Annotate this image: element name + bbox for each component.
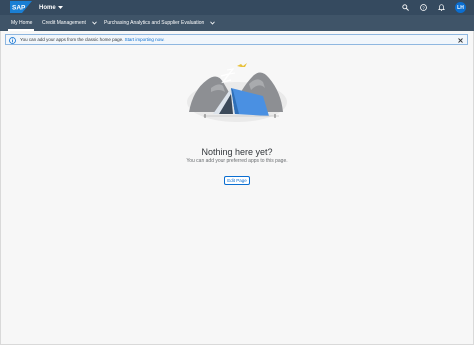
shell-actions: ? LH xyxy=(401,1,466,14)
chevron-down-icon xyxy=(92,21,97,25)
info-message-strip: You can add your apps from the classic h… xyxy=(5,34,468,45)
nav-item-credit-management[interactable]: Credit Management xyxy=(42,18,97,28)
active-tab-indicator xyxy=(8,29,34,31)
navigation-bar: My Home Credit Management Purchasing Ana… xyxy=(0,15,474,31)
empty-state-title: Nothing here yet? xyxy=(201,147,273,157)
empty-state-description: You can add your preferred apps to this … xyxy=(186,158,288,164)
info-message: You can add your apps from the classic h… xyxy=(20,37,124,42)
home-title-menu[interactable]: Home xyxy=(39,2,63,13)
logo-text: SAP xyxy=(12,5,26,12)
search-icon[interactable] xyxy=(401,3,410,12)
nav-item-label: Credit Management xyxy=(42,20,86,26)
info-icon xyxy=(9,36,16,44)
nav-item-purchasing-analytics[interactable]: Purchasing Analytics and Supplier Evalua… xyxy=(104,18,216,28)
shell-bar: SAP Home ? LH xyxy=(0,0,474,15)
info-text: You can add your apps from the classic h… xyxy=(20,37,164,42)
svg-text:?: ? xyxy=(422,5,425,10)
nav-item-label: Purchasing Analytics and Supplier Evalua… xyxy=(104,20,205,26)
sap-logo[interactable]: SAP xyxy=(10,1,32,13)
edit-page-button[interactable]: Edit Page xyxy=(224,176,250,185)
chevron-down-icon xyxy=(210,21,216,25)
nav-item-my-home[interactable]: My Home xyxy=(11,18,32,28)
caret-down-icon xyxy=(57,5,63,9)
close-icon[interactable] xyxy=(457,37,464,44)
help-icon[interactable]: ? xyxy=(419,3,428,12)
home-title: Home xyxy=(39,4,56,11)
notifications-icon[interactable] xyxy=(437,3,446,12)
user-avatar[interactable]: LH xyxy=(455,2,466,13)
nav-item-label: My Home xyxy=(11,20,33,26)
tent-illustration xyxy=(187,63,287,122)
start-importing-link[interactable]: Start importing now. xyxy=(125,37,165,42)
